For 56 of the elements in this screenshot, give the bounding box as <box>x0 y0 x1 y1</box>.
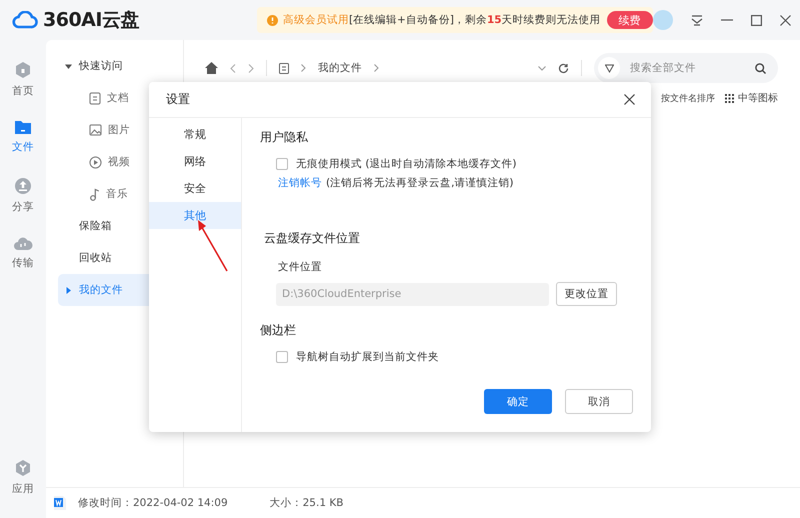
search-field[interactable]: 搜索全部文件 <box>628 61 747 75</box>
document-icon <box>89 92 101 104</box>
folder-icon[interactable] <box>14 119 32 135</box>
word-file-icon <box>54 496 66 510</box>
trial-label: 高级会员试用 <box>282 13 349 27</box>
modified-time: 修改时间：2022-04-02 14:09 <box>78 496 228 510</box>
change-location-button[interactable]: 更改位置 <box>556 282 617 306</box>
warning-note: (注销后将无法再登录云盘,请谨慎注销) <box>326 176 514 190</box>
chevron-right-icon <box>301 64 306 72</box>
tree-item[interactable]: 快速访问 <box>58 50 183 82</box>
caret-icon[interactable] <box>65 62 72 70</box>
maximize-icon[interactable] <box>750 14 762 26</box>
grid-icon[interactable] <box>725 94 734 102</box>
section-heading: 云盘缓存文件位置 <box>263 230 361 246</box>
renew-button[interactable]: 续费 <box>606 11 653 29</box>
field-label: 文件位置 <box>277 260 323 275</box>
minimize-icon[interactable] <box>720 19 733 21</box>
document-icon[interactable] <box>279 62 289 74</box>
breadcrumb-item[interactable]: 我的文件 <box>318 61 362 75</box>
search-icon[interactable] <box>755 62 766 74</box>
caret-icon[interactable] <box>65 286 72 294</box>
dropdown-icon[interactable] <box>538 66 546 70</box>
dialog-title: 设置 <box>166 91 190 108</box>
section-heading: 侧边栏 <box>260 322 297 338</box>
dropdown-menu-icon[interactable] <box>690 14 703 26</box>
section-heading: 用户隐私 <box>260 128 309 146</box>
sort-button[interactable]: 按文件名排序 <box>661 92 715 104</box>
nav-item[interactable]: 文件 <box>0 119 46 177</box>
nav-item[interactable]: 传输 <box>0 235 46 293</box>
chevron-right-icon <box>374 64 379 72</box>
days-left: 15 <box>486 14 502 26</box>
confirm-button[interactable]: 确定 <box>484 389 552 414</box>
cancel-button[interactable]: 取消 <box>565 389 633 414</box>
music-note-icon <box>89 188 100 200</box>
view-mode-button[interactable]: 中等图标 <box>738 91 778 105</box>
nav-item[interactable]: 分享 <box>0 177 46 235</box>
checkbox-label[interactable]: 导航树自动扩展到当前文件夹 <box>296 350 439 364</box>
close-icon[interactable] <box>624 94 635 105</box>
checkbox[interactable] <box>276 351 288 363</box>
play-icon <box>89 156 102 168</box>
cancel-account-link[interactable]: 注销帐号 <box>278 176 322 190</box>
image-icon <box>89 124 102 136</box>
warning-icon <box>266 14 278 26</box>
refresh-icon[interactable] <box>558 62 569 74</box>
checkbox[interactable] <box>276 158 288 170</box>
search-bar[interactable]: 搜索全部文件 <box>594 53 778 83</box>
close-icon[interactable] <box>780 14 791 26</box>
settings-tab[interactable]: 其他 <box>149 202 241 229</box>
filter-icon[interactable] <box>604 64 614 72</box>
file-size: 大小：25.1 KB <box>270 496 344 510</box>
nav-item[interactable]: 首页 <box>0 61 46 119</box>
trial-note: 天时续费则无法使用 <box>502 13 601 27</box>
nav-item[interactable]: 应用 <box>0 459 46 496</box>
app-logo: 360AI云盘 <box>12 7 139 33</box>
trial-text: [在线编辑+自动备份]，剩余 <box>348 13 487 27</box>
checkbox-label[interactable]: 无痕使用模式 (退出时自动清除本地缓存文件) <box>296 157 517 171</box>
